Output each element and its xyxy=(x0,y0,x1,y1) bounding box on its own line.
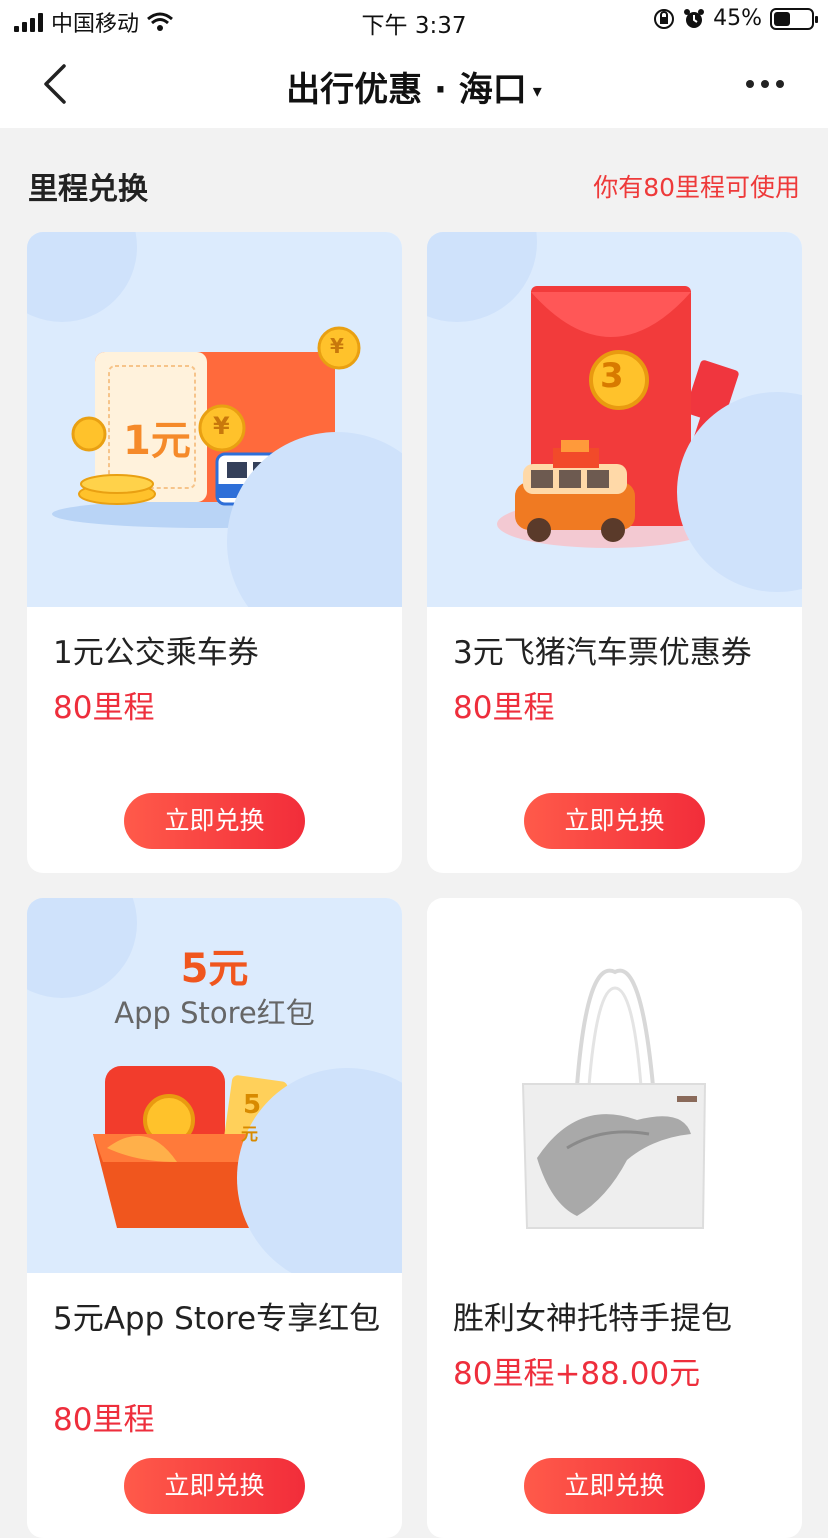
product-card[interactable]: 3 3元飞猪汽车票优惠券 80里程 立即兑换 xyxy=(427,232,802,873)
mileage-balance: 你有80里程可使用 xyxy=(593,173,800,202)
alarm-icon xyxy=(684,8,705,28)
product-name: 3元飞猪汽车票优惠券 xyxy=(453,635,752,671)
product-card[interactable]: 5元 App Store红包 5 元 5元App Store专享红包 80里程 … xyxy=(27,898,402,1538)
product-card[interactable]: 1元 ¥ ¥ 1元公交乘车券 80里程 立即兑换 xyxy=(27,232,402,873)
product-card[interactable]: 胜利女神托特手提包 80里程+88.00元 立即兑换 xyxy=(427,898,802,1538)
art-amount: 5元 xyxy=(180,946,249,992)
status-bar: 中国移动 下午 3:37 45% xyxy=(0,0,828,42)
nav-bar: 出行优惠 · 海口 ▾ xyxy=(0,42,828,128)
product-name: 胜利女神托特手提包 xyxy=(453,1301,732,1337)
product-name: 5元App Store专享红包 xyxy=(53,1301,381,1337)
redeem-button[interactable]: 立即兑换 xyxy=(124,1458,305,1514)
more-dot-icon xyxy=(761,80,769,88)
page-title: 出行优惠 · 海口 xyxy=(286,70,527,110)
product-image xyxy=(427,898,802,1273)
section-title: 里程兑换 xyxy=(28,172,148,207)
more-dot-icon xyxy=(746,80,754,88)
product-image: 1元 ¥ ¥ xyxy=(27,232,402,607)
redeem-button[interactable]: 立即兑换 xyxy=(124,793,305,849)
battery-percent: 45% xyxy=(713,6,762,31)
product-price: 80里程 xyxy=(53,690,155,726)
redeem-button[interactable]: 立即兑换 xyxy=(524,1458,705,1514)
caret-down-icon: ▾ xyxy=(532,81,542,102)
yuan-coin-icon: ¥ xyxy=(213,412,230,440)
redeem-button[interactable]: 立即兑换 xyxy=(524,793,705,849)
more-menu-button[interactable] xyxy=(746,80,784,88)
product-price: 80里程 xyxy=(53,1402,155,1438)
art-small-amount: 5 xyxy=(243,1090,262,1120)
orientation-lock-icon xyxy=(654,8,675,29)
city-selector[interactable]: 出行优惠 · 海口 ▾ xyxy=(0,62,828,111)
yuan-coin-icon: ¥ xyxy=(330,334,344,358)
battery-icon xyxy=(770,7,818,30)
art-small-unit: 元 xyxy=(241,1125,258,1145)
product-image: 5元 App Store红包 5 元 xyxy=(27,898,402,1273)
coupon-amount: 3 xyxy=(600,356,624,396)
product-price: 80里程 xyxy=(453,690,555,726)
tote-bag-illustration xyxy=(521,968,707,1229)
more-dot-icon xyxy=(776,80,784,88)
coupon-amount: 1元 xyxy=(123,418,191,464)
product-name: 1元公交乘车券 xyxy=(53,635,259,671)
product-price: 80里程+88.00元 xyxy=(453,1356,701,1392)
product-image: 3 xyxy=(427,232,802,607)
art-label: App Store红包 xyxy=(114,996,315,1030)
